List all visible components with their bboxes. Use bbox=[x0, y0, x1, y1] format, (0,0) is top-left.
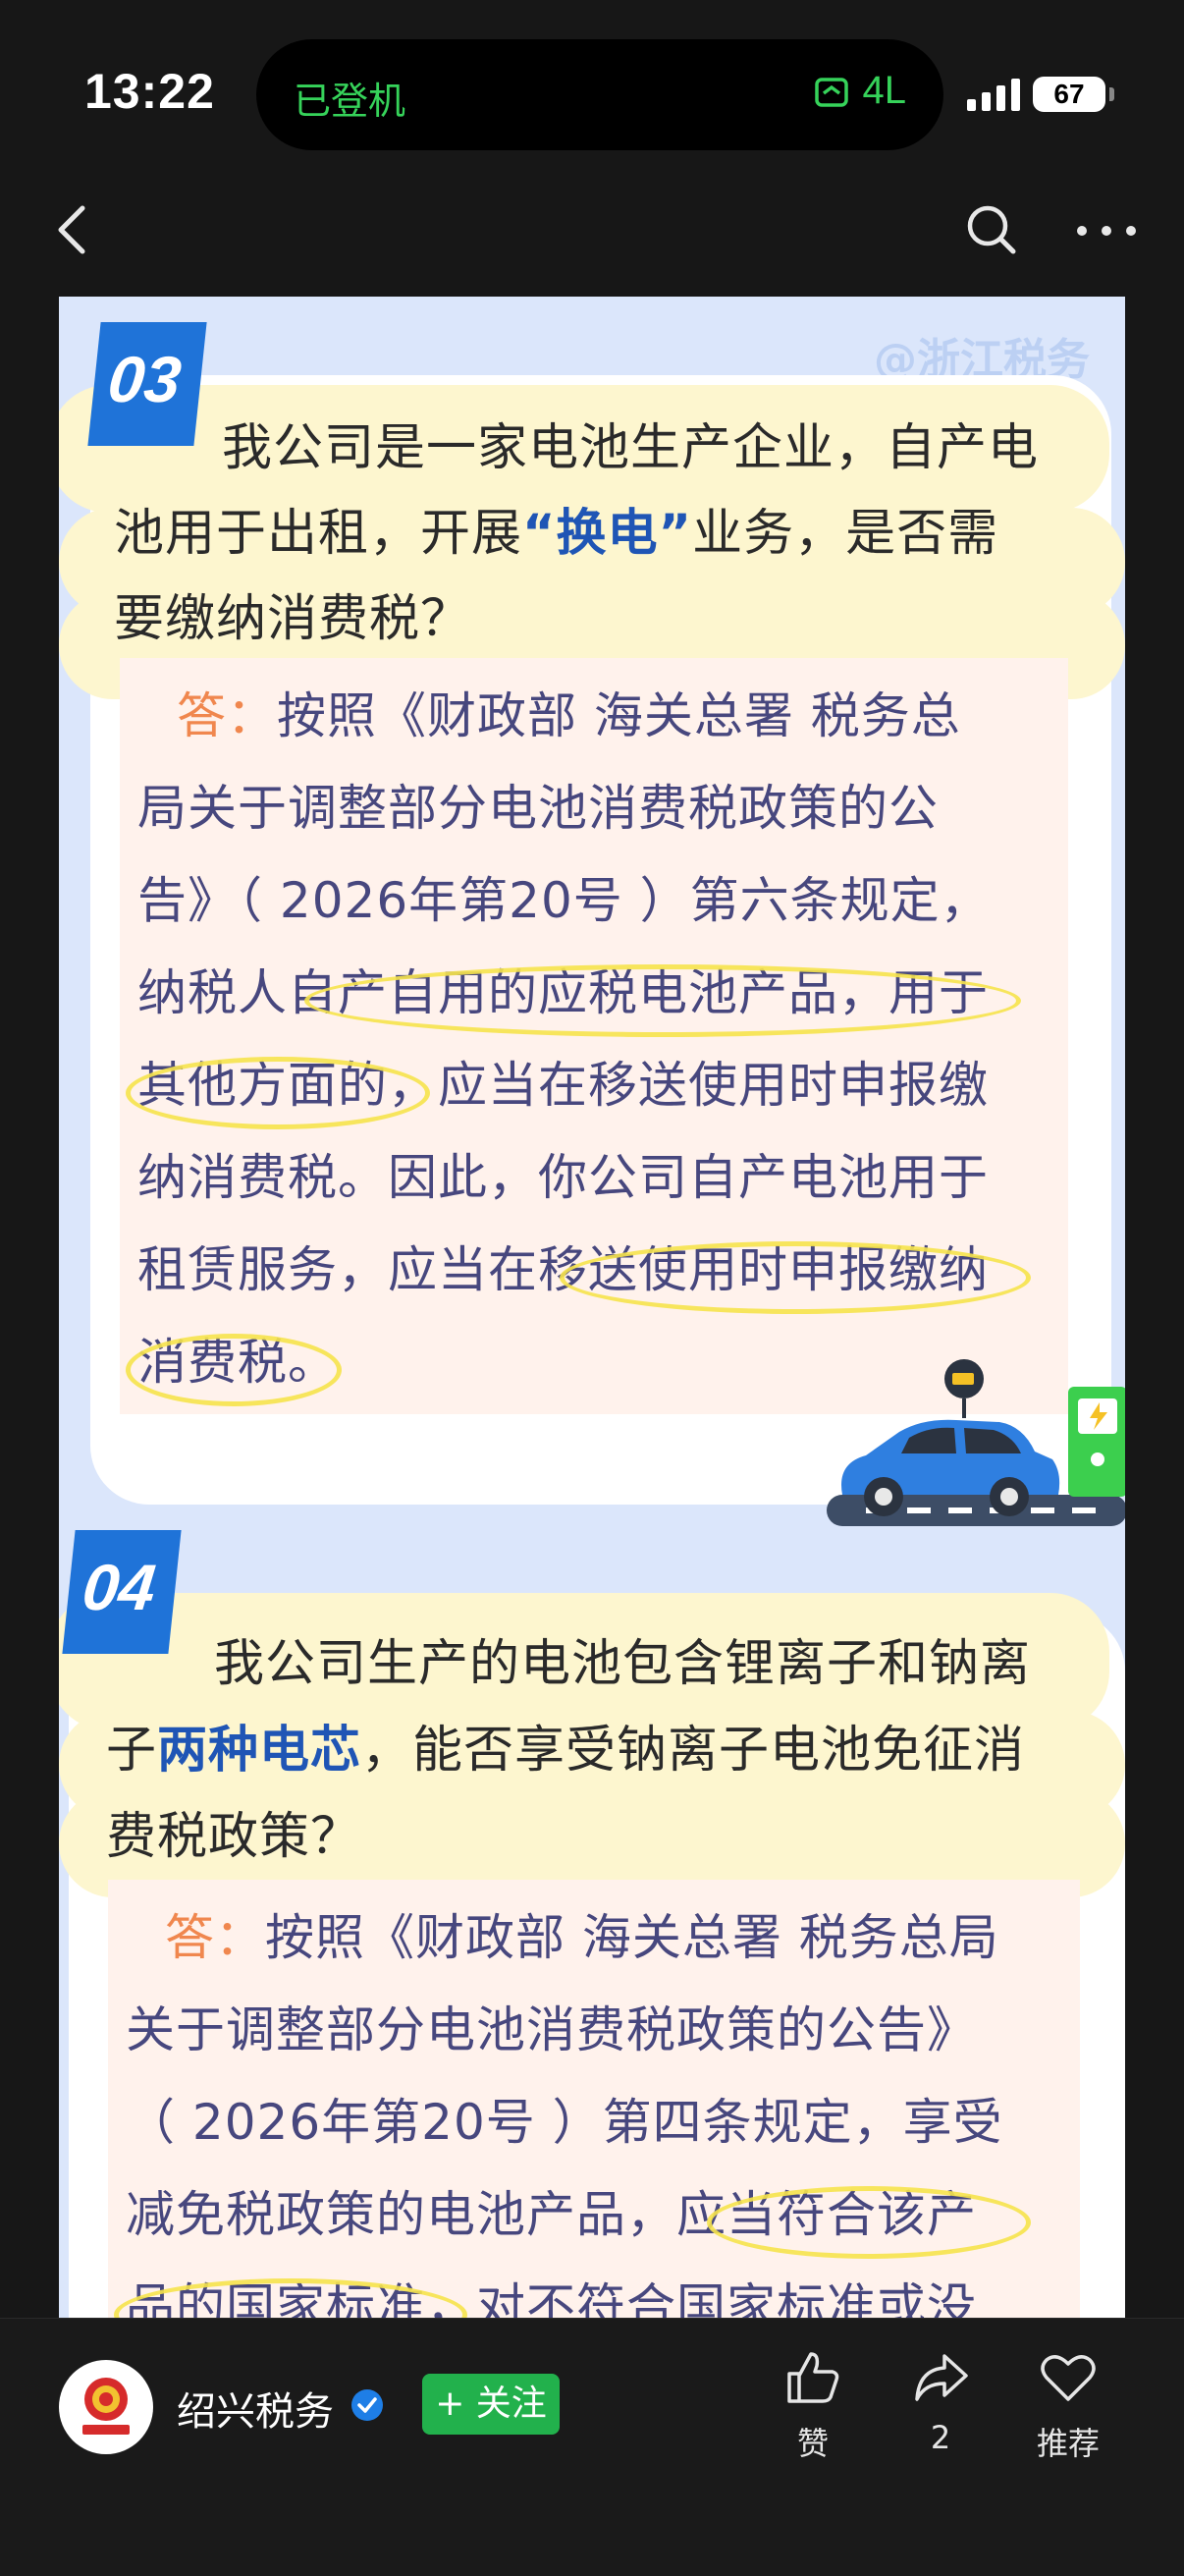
question-number-badge: 03 bbox=[87, 322, 207, 446]
emphasis-ring bbox=[304, 964, 1021, 1037]
answer-text: 纳消费税。因此，你公司自产电池用于 bbox=[137, 1149, 989, 1206]
article-image: @浙江税务 03 我公司是一家电池生产企业，自产电 池用于出租，开展“换电”业务… bbox=[59, 297, 1125, 2318]
bottom-action-bar: 绍兴税务 + 关注 赞 2 推荐 bbox=[0, 2318, 1184, 2576]
back-arrow-icon[interactable] bbox=[45, 200, 104, 259]
question-text: 我公司生产的电池包含锂离子和钠离 bbox=[214, 1635, 1032, 1693]
answer-text: 关于调整部分电池消费税政策的公告》 bbox=[126, 2001, 977, 2058]
question-text: 子两种电芯，能否享受钠离子电池免征消 bbox=[106, 1722, 1026, 1780]
dynamic-island[interactable]: 已登机 4L bbox=[256, 39, 943, 150]
account-avatar[interactable] bbox=[59, 2360, 153, 2454]
highlight-term: 两种电芯 bbox=[157, 1722, 362, 1780]
gate-icon bbox=[814, 77, 848, 107]
question-text: 我公司是一家电池生产企业，自产电 bbox=[222, 419, 1040, 477]
status-time: 13:22 bbox=[84, 64, 215, 119]
answer-text: 答：按照《财政部 海关总署 税务总 bbox=[177, 687, 961, 744]
flight-status: 已登机 bbox=[294, 80, 406, 123]
like-label: 赞 bbox=[796, 2425, 829, 2462]
answer-label: 答： bbox=[177, 687, 277, 744]
recommend-label: 推荐 bbox=[1036, 2425, 1100, 2462]
recommend-button[interactable]: 推荐 bbox=[1009, 2348, 1127, 2464]
account-name[interactable]: 绍兴税务 bbox=[177, 2380, 334, 2437]
battery-tip bbox=[1109, 87, 1114, 101]
ev-charging-illustration bbox=[827, 1359, 1125, 1526]
battery-icon: 67 bbox=[1033, 77, 1105, 112]
share-count: 2 bbox=[930, 2419, 951, 2456]
gate-label: 4L bbox=[862, 69, 907, 112]
cellular-signal-icon bbox=[967, 79, 1020, 111]
answer-text: 答：按照《财政部 海关总署 税务总局 bbox=[165, 1909, 999, 1966]
gate-info: 4L bbox=[812, 69, 907, 113]
question-text: 要缴纳消费税？ bbox=[114, 590, 472, 648]
emphasis-ring bbox=[126, 1334, 342, 1406]
answer-text: （ 2026年第20号 ）第四条规定，享受 bbox=[126, 2094, 1003, 2151]
status-bar: 13:22 已登机 4L 67 bbox=[0, 0, 1184, 187]
highlight-term: “换电” bbox=[522, 505, 693, 563]
verified-badge-icon bbox=[351, 2389, 383, 2421]
emphasis-ring bbox=[707, 2186, 1031, 2259]
question-number-badge: 04 bbox=[62, 1530, 182, 1654]
more-icon[interactable] bbox=[1072, 216, 1141, 246]
like-button[interactable]: 赞 bbox=[754, 2348, 872, 2464]
question-text: 池用于出租，开展“换电”业务，是否需 bbox=[114, 505, 999, 563]
answer-text: 告》（ 2026年第20号 ）第六条规定， bbox=[137, 872, 991, 929]
thumbs-up-icon bbox=[787, 2352, 839, 2403]
heart-icon bbox=[1041, 2355, 1096, 2401]
question-text: 费税政策？ bbox=[106, 1808, 362, 1866]
share-icon bbox=[915, 2354, 968, 2401]
answer-text: 局关于调整部分电池消费税政策的公 bbox=[137, 780, 939, 837]
answer-label: 答： bbox=[165, 1909, 265, 1966]
share-button[interactable]: 2 bbox=[882, 2348, 999, 2456]
emphasis-ring bbox=[126, 1057, 430, 1129]
follow-button[interactable]: + 关注 bbox=[422, 2374, 560, 2435]
tax-emblem-icon bbox=[82, 2378, 130, 2435]
emphasis-ring bbox=[560, 1241, 1031, 1314]
search-icon[interactable] bbox=[962, 200, 1021, 259]
